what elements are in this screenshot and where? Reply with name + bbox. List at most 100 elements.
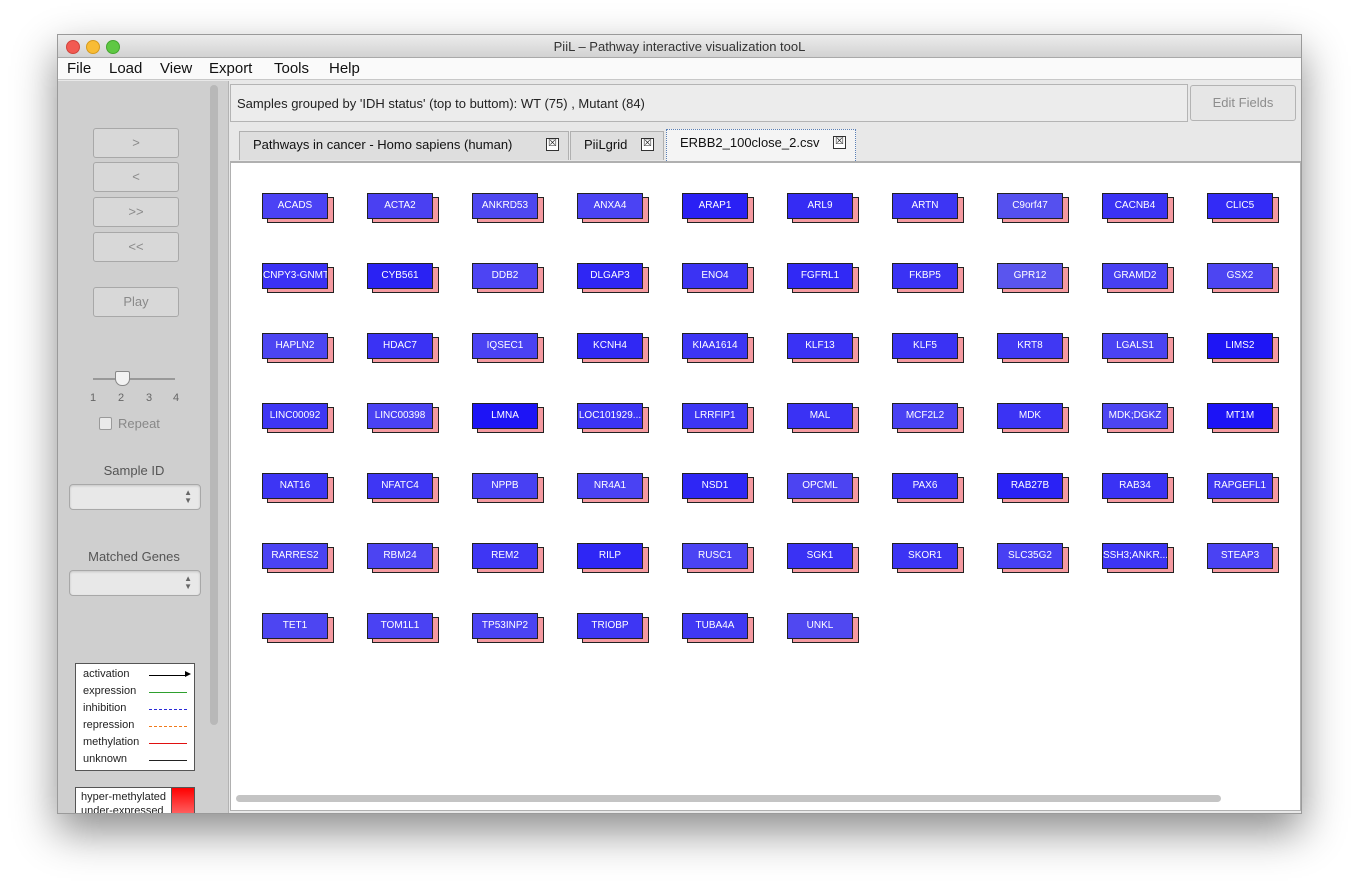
gene-node[interactable]: SKOR1 [892, 543, 964, 573]
gene-node[interactable]: ARTN [892, 193, 964, 223]
previous-sample-button[interactable]: < [93, 162, 179, 192]
gene-node[interactable]: KCNH4 [577, 333, 649, 363]
gene-node[interactable]: LINC00092 [262, 403, 334, 433]
horizontal-scrollbar[interactable] [236, 795, 1221, 802]
menu-view[interactable]: View [160, 60, 192, 77]
gene-node[interactable]: NFATC4 [367, 473, 439, 503]
gene-node[interactable]: LRRFIP1 [682, 403, 754, 433]
gene-node[interactable]: STEAP3 [1207, 543, 1279, 573]
gene-node[interactable]: MT1M [1207, 403, 1279, 433]
gene-label: RUSC1 [682, 543, 748, 569]
gene-node[interactable]: TRIOBP [577, 613, 649, 643]
gene-node[interactable]: KLF13 [787, 333, 859, 363]
gene-node[interactable]: RILP [577, 543, 649, 573]
gene-node[interactable]: SSH3;ANKR... [1102, 543, 1174, 573]
gene-node[interactable]: CLIC5 [1207, 193, 1279, 223]
gene-label: LMNA [472, 403, 538, 429]
gene-node[interactable]: NAT16 [262, 473, 334, 503]
gene-node[interactable]: RBM24 [367, 543, 439, 573]
gene-node[interactable]: LGALS1 [1102, 333, 1174, 363]
repeat-checkbox[interactable] [99, 417, 112, 430]
gene-node[interactable]: GRAMD2 [1102, 263, 1174, 293]
menu-help[interactable]: Help [329, 60, 360, 77]
gene-node[interactable]: IQSEC1 [472, 333, 544, 363]
speed-slider-track[interactable] [93, 378, 175, 380]
close-tab-icon[interactable]: ☒ [641, 138, 654, 151]
close-tab-icon[interactable]: ☒ [833, 136, 846, 149]
gene-node[interactable]: TUBA4A [682, 613, 754, 643]
gene-node[interactable]: HAPLN2 [262, 333, 334, 363]
gene-node[interactable]: ACTA2 [367, 193, 439, 223]
gene-node[interactable]: GPR12 [997, 263, 1069, 293]
control-sidebar: > < >> << Play 1 2 3 4 Repeat Sample ID … [58, 81, 229, 813]
gene-node[interactable]: TP53INP2 [472, 613, 544, 643]
menu-file[interactable]: File [67, 60, 91, 77]
gene-node[interactable]: ANXA4 [577, 193, 649, 223]
gene-node[interactable]: SGK1 [787, 543, 859, 573]
gene-node[interactable]: MDK [997, 403, 1069, 433]
gene-node[interactable]: RARRES2 [262, 543, 334, 573]
gene-node[interactable]: ARAP1 [682, 193, 754, 223]
gene-label: ACADS [262, 193, 328, 219]
gene-node[interactable]: LOC101929... [577, 403, 649, 433]
gene-node[interactable]: PAX6 [892, 473, 964, 503]
gene-node[interactable]: ARL9 [787, 193, 859, 223]
gene-node[interactable]: NPPB [472, 473, 544, 503]
gene-label: REM2 [472, 543, 538, 569]
gene-grid-canvas[interactable]: ACADS ACTA2 ANKRD53 ANXA4 ARAP1 ARL9 ARTN C9orf… [230, 162, 1301, 811]
gene-node[interactable]: GSX2 [1207, 263, 1279, 293]
gene-node[interactable]: CNPY3-GNMT [262, 263, 334, 293]
gene-node[interactable]: CACNB4 [1102, 193, 1174, 223]
tab-piilgrid[interactable]: PiiLgrid ☒ [570, 131, 664, 160]
gene-node[interactable]: KLF5 [892, 333, 964, 363]
menu-tools[interactable]: Tools [274, 60, 309, 77]
gene-node[interactable]: OPCML [787, 473, 859, 503]
gene-node[interactable]: NR4A1 [577, 473, 649, 503]
gene-node[interactable]: MCF2L2 [892, 403, 964, 433]
title-bar[interactable]: PiiL – Pathway interactive visualization… [58, 35, 1301, 58]
speed-slider-thumb[interactable] [115, 371, 130, 386]
gene-node[interactable]: RAB27B [997, 473, 1069, 503]
gene-node[interactable]: CYB561 [367, 263, 439, 293]
gene-node[interactable]: SLC35G2 [997, 543, 1069, 573]
tab-pathways-in-cancer[interactable]: Pathways in cancer - Homo sapiens (human… [239, 131, 569, 160]
gene-node[interactable]: RAPGEFL1 [1207, 473, 1279, 503]
gene-node[interactable]: LIMS2 [1207, 333, 1279, 363]
gene-node[interactable]: DDB2 [472, 263, 544, 293]
play-button[interactable]: Play [93, 287, 179, 317]
gene-node[interactable]: C9orf47 [997, 193, 1069, 223]
matched-genes-select[interactable]: ▲ ▼ [69, 570, 201, 596]
gene-node[interactable]: DLGAP3 [577, 263, 649, 293]
gene-node[interactable]: REM2 [472, 543, 544, 573]
gene-label: MT1M [1207, 403, 1273, 429]
gene-node[interactable]: LMNA [472, 403, 544, 433]
gene-node[interactable]: UNKL [787, 613, 859, 643]
close-tab-icon[interactable]: ☒ [546, 138, 559, 151]
gene-node[interactable]: FKBP5 [892, 263, 964, 293]
gene-node[interactable]: RUSC1 [682, 543, 754, 573]
fast-forward-button[interactable]: >> [93, 197, 179, 227]
gene-node[interactable]: RAB34 [1102, 473, 1174, 503]
gene-node[interactable]: FGFRL1 [787, 263, 859, 293]
tab-erbb2-csv[interactable]: ERBB2_100close_2.csv ☒ [666, 129, 856, 161]
gene-node[interactable]: KRT8 [997, 333, 1069, 363]
gene-node[interactable]: TOM1L1 [367, 613, 439, 643]
sample-id-select[interactable]: ▲ ▼ [69, 484, 201, 510]
menu-export[interactable]: Export [209, 60, 252, 77]
gene-node[interactable]: KIAA1614 [682, 333, 754, 363]
next-sample-button[interactable]: > [93, 128, 179, 158]
gene-node[interactable]: HDAC7 [367, 333, 439, 363]
gene-node[interactable]: TET1 [262, 613, 334, 643]
menu-load[interactable]: Load [109, 60, 142, 77]
gene-node[interactable]: MDK;DGKZ [1102, 403, 1174, 433]
gene-node[interactable]: ACADS [262, 193, 334, 223]
gene-node[interactable]: LINC00398 [367, 403, 439, 433]
gene-node[interactable]: NSD1 [682, 473, 754, 503]
gene-node[interactable]: MAL [787, 403, 859, 433]
gene-node[interactable]: ANKRD53 [472, 193, 544, 223]
sidebar-scrollbar[interactable] [210, 85, 218, 725]
edit-fields-button[interactable]: Edit Fields [1190, 85, 1296, 121]
gene-node[interactable]: ENO4 [682, 263, 754, 293]
fast-back-button[interactable]: << [93, 232, 179, 262]
gene-label: NR4A1 [577, 473, 643, 499]
